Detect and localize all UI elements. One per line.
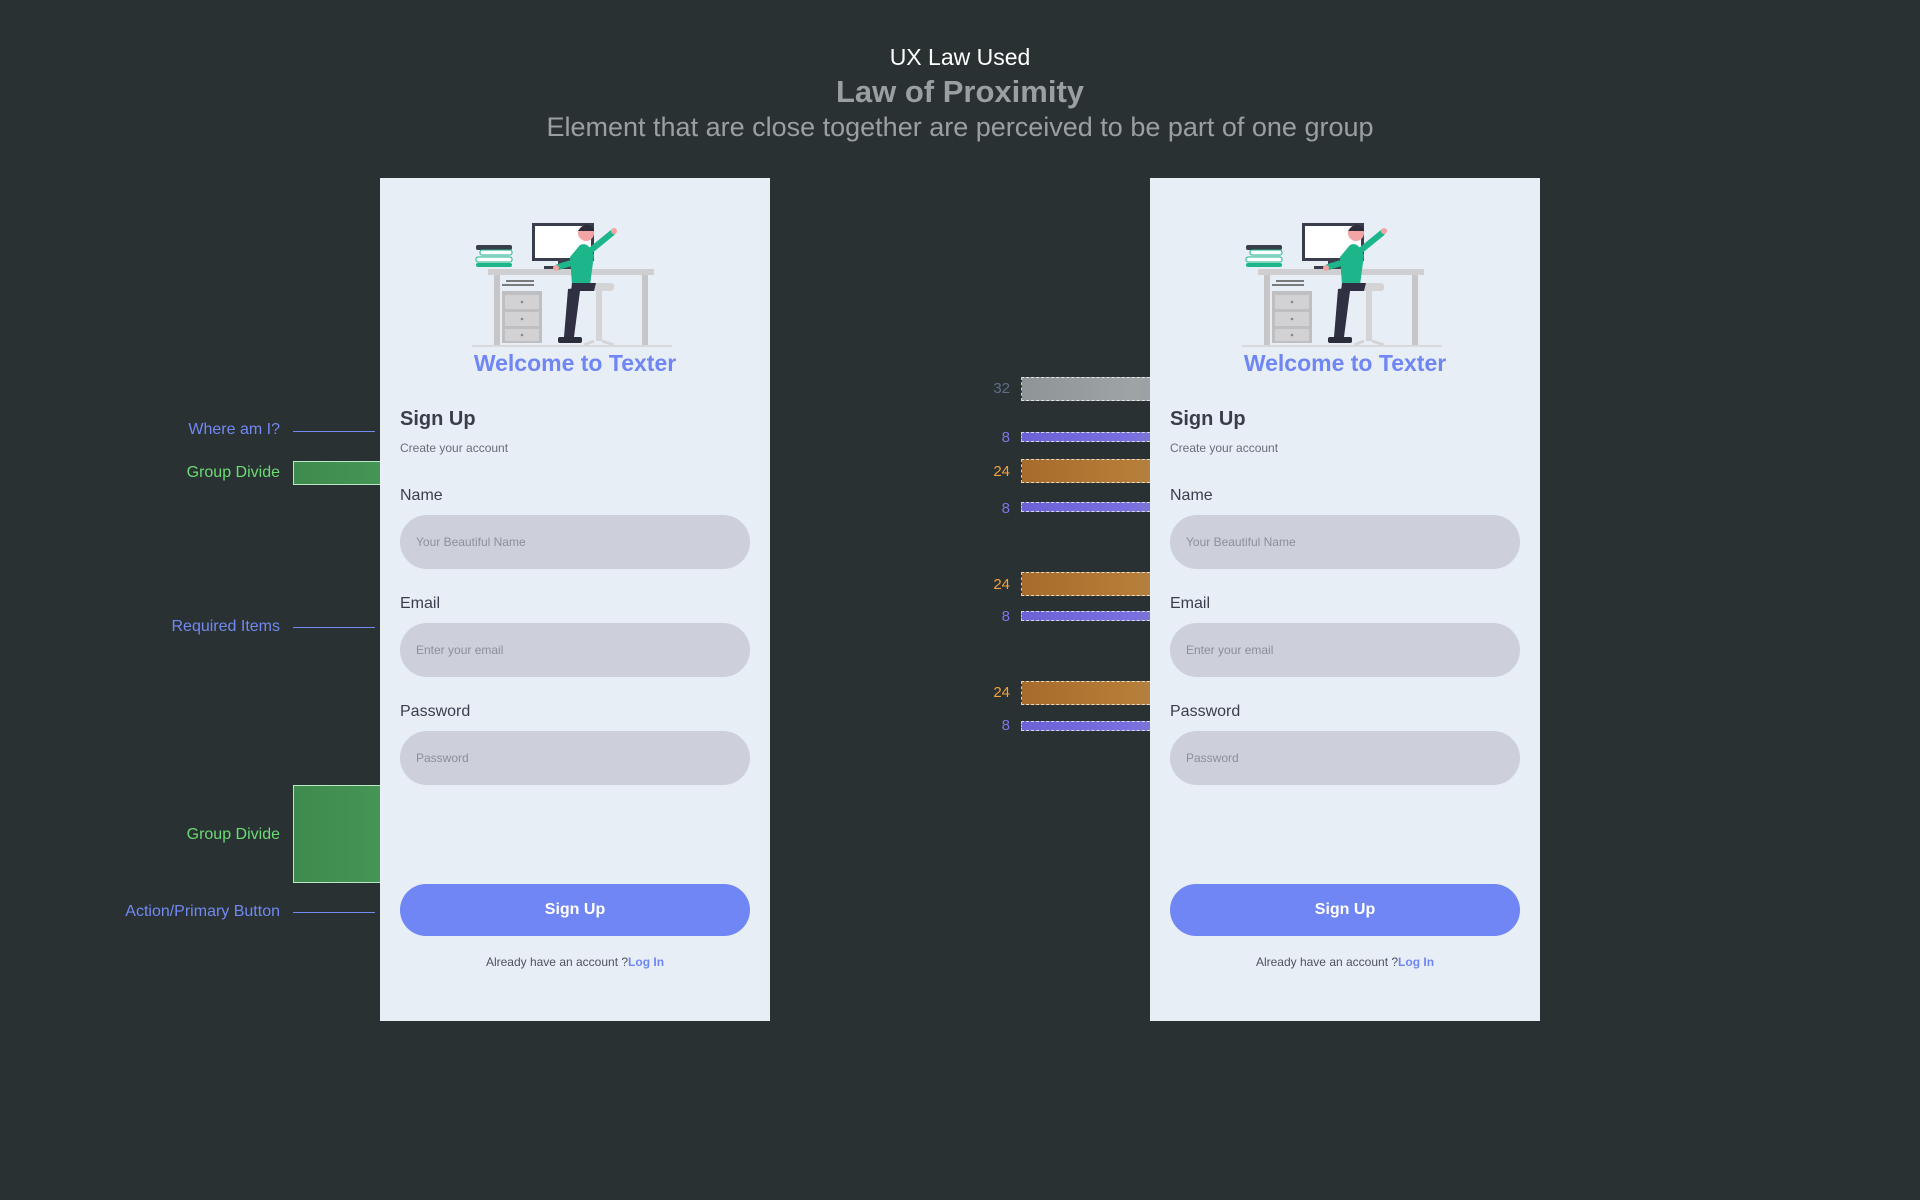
signup-screen-right: Welcome to Texter Sign Up Create your ac… — [1150, 178, 1540, 1021]
name-label: Name — [400, 487, 443, 504]
signup-screen-left: Welcome to Texter Sign Up Create your ac… — [380, 178, 770, 1021]
password-input[interactable]: Password — [1170, 731, 1520, 785]
workspace-illustration — [1242, 223, 1442, 347]
email-label: Email — [400, 595, 441, 612]
page-title: Law of Proximity — [835, 74, 1085, 109]
password-input[interactable]: Password — [400, 731, 750, 785]
spacing-value: 24 — [993, 463, 1010, 480]
name-input[interactable]: Your Beautiful Name — [1170, 515, 1520, 569]
annotation-group-divide-1: Group Divide — [186, 464, 280, 481]
annotation-where-am-i-line — [293, 431, 375, 432]
welcome-heading: Welcome to Texter — [473, 350, 677, 376]
email-input[interactable]: Enter your email — [400, 623, 750, 677]
welcome-heading: Welcome to Texter — [1243, 350, 1447, 376]
signup-button[interactable]: Sign Up — [1170, 884, 1520, 936]
spacing-value: 24 — [993, 576, 1010, 593]
signup-subtitle: Create your account — [400, 441, 509, 455]
login-prompt-text: Already have an account ? — [485, 955, 629, 969]
spacing-value: 8 — [1001, 608, 1010, 625]
email-label: Email — [1170, 595, 1211, 612]
spacing-value: 8 — [1001, 717, 1010, 734]
spacing-value: 8 — [1001, 429, 1010, 446]
name-label: Name — [1170, 487, 1213, 504]
password-label: Password — [1170, 703, 1241, 720]
annotation-action-button-line — [293, 912, 375, 913]
annotation-action-button: Action/Primary Button — [125, 903, 280, 920]
login-prompt: Already have an account ?Log In — [1150, 955, 1540, 969]
spacing-value: 24 — [993, 684, 1010, 701]
login-prompt-text: Already have an account ? — [1255, 955, 1399, 969]
annotation-required-items: Required Items — [171, 618, 281, 635]
annotation-group-divide-2: Group Divide — [186, 826, 280, 843]
signup-title: Sign Up — [1170, 408, 1246, 430]
workspace-illustration — [472, 223, 672, 347]
email-input[interactable]: Enter your email — [1170, 623, 1520, 677]
spacing-value: 32 — [993, 380, 1010, 397]
login-link[interactable]: Log In — [1398, 955, 1434, 969]
page-subtitle: Element that are close together are perc… — [546, 112, 1374, 142]
spacing-value: 8 — [1001, 500, 1010, 517]
ux-law-label: UX Law Used — [889, 44, 1031, 70]
name-input[interactable]: Your Beautiful Name — [400, 515, 750, 569]
annotation-where-am-i: Where am I? — [188, 421, 280, 438]
signup-title: Sign Up — [400, 408, 476, 430]
login-link[interactable]: Log In — [628, 955, 664, 969]
signup-subtitle: Create your account — [1170, 441, 1279, 455]
login-prompt: Already have an account ?Log In — [380, 955, 770, 969]
signup-button[interactable]: Sign Up — [400, 884, 750, 936]
password-label: Password — [400, 703, 471, 720]
annotation-required-items-line — [293, 627, 375, 628]
